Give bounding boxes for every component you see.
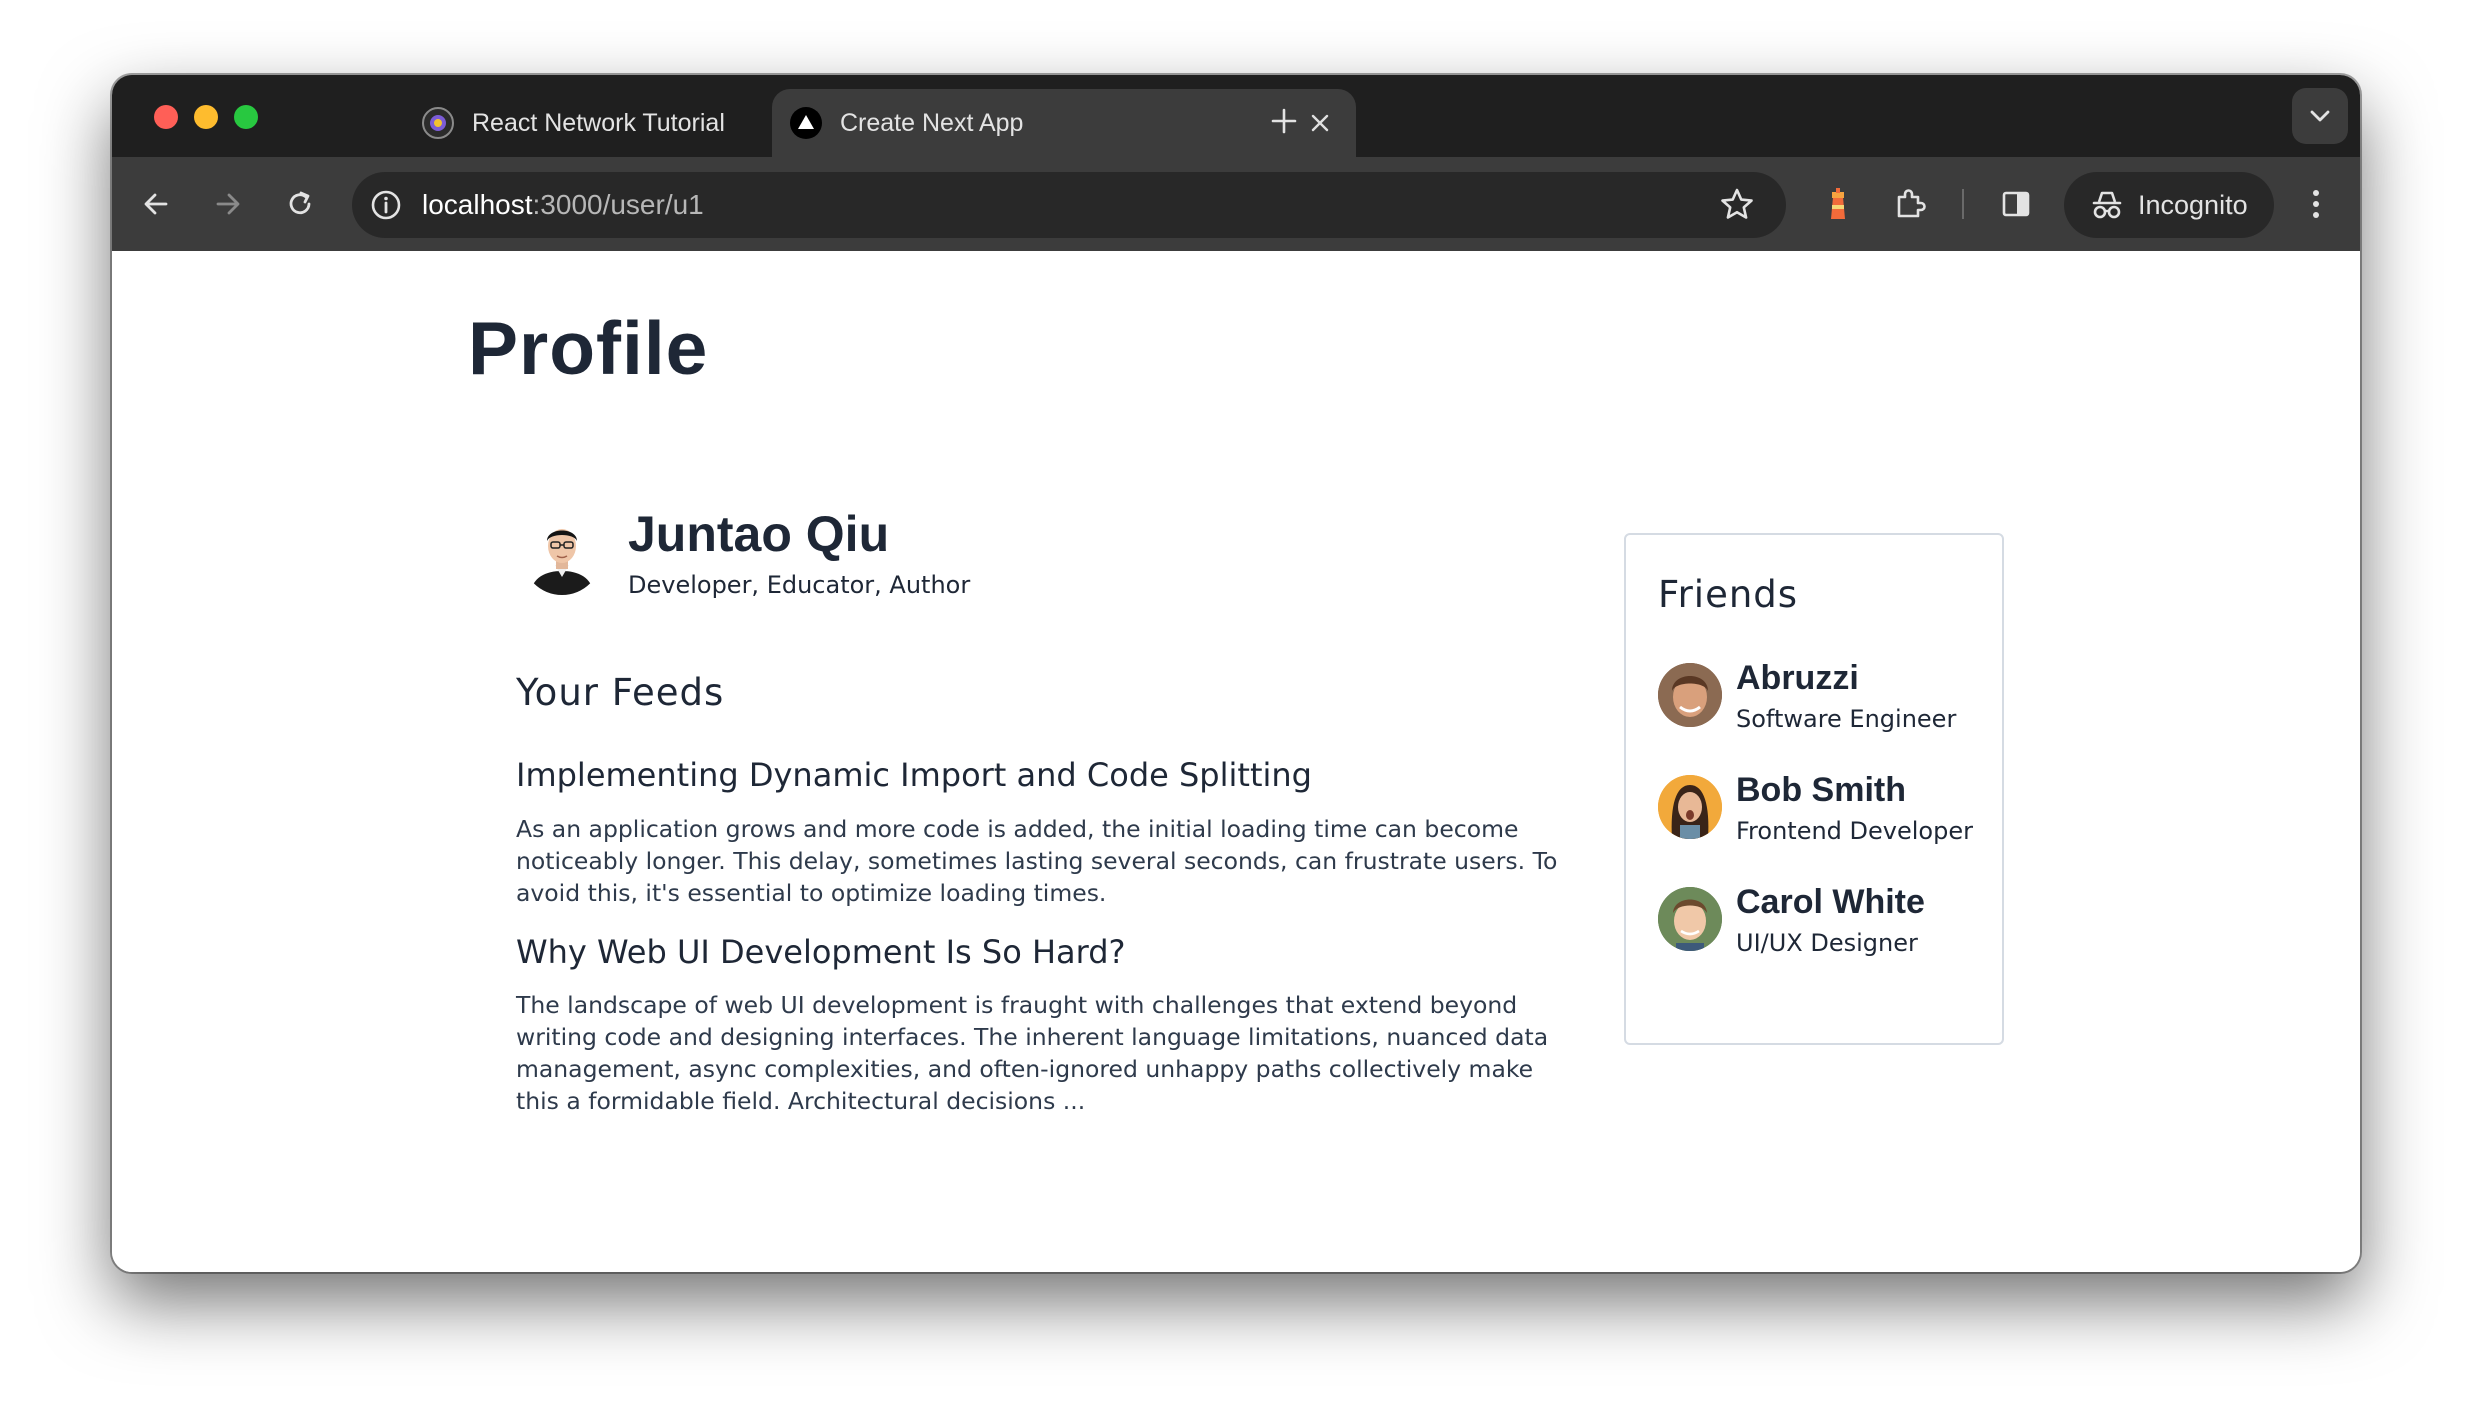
page-title: Profile xyxy=(468,306,709,390)
feed-title[interactable]: Implementing Dynamic Import and Code Spl… xyxy=(516,756,1312,794)
bookmark-star-icon[interactable] xyxy=(1718,186,1756,224)
page-content: Profile Juntao Qiu Developer, Educator, … xyxy=(112,251,2360,1272)
arrow-left-icon xyxy=(144,193,168,215)
address-bar[interactable]: localhost:3000/user/u1 xyxy=(352,172,1786,238)
browser-menu-button[interactable] xyxy=(2296,184,2336,224)
back-button[interactable] xyxy=(136,184,176,224)
user-name: Juntao Qiu xyxy=(628,506,890,562)
new-tab-button[interactable] xyxy=(1262,99,1306,143)
user-bio: Developer, Educator, Author xyxy=(628,571,971,599)
nextjs-favicon-icon xyxy=(790,107,822,139)
friend-name[interactable]: Bob Smith xyxy=(1736,771,1906,810)
incognito-label: Incognito xyxy=(2138,189,2248,220)
close-tab-icon[interactable] xyxy=(1300,103,1340,143)
friend-role: Software Engineer xyxy=(1736,705,1957,733)
extensions-puzzle-icon[interactable] xyxy=(1890,184,1930,224)
friends-card: Friends Abruzzi Software Engineer Bob Sm… xyxy=(1624,533,2004,1045)
tab-strip: React Network Tutorial Create Next App xyxy=(112,75,2360,157)
url-path: :3000/user/u1 xyxy=(532,189,704,220)
friend-avatar[interactable] xyxy=(1658,775,1722,839)
minimize-window-button[interactable] xyxy=(194,105,218,129)
friend-avatar[interactable] xyxy=(1658,663,1722,727)
feed-title[interactable]: Why Web UI Development Is So Hard? xyxy=(516,933,1126,971)
friend-avatar[interactable] xyxy=(1658,887,1722,951)
feed-body: As an application grows and more code is… xyxy=(516,815,1558,907)
reload-icon xyxy=(289,191,311,215)
browser-window: React Network Tutorial Create Next App l… xyxy=(112,75,2360,1272)
friend-role: Frontend Developer xyxy=(1736,817,1973,845)
maximize-window-button[interactable] xyxy=(234,105,258,129)
incognito-icon xyxy=(2092,191,2122,219)
side-panel-icon[interactable] xyxy=(1996,184,2036,224)
incognito-indicator[interactable]: Incognito xyxy=(2064,172,2274,238)
friend-name[interactable]: Carol White xyxy=(1736,883,1925,922)
close-window-button[interactable] xyxy=(154,105,178,129)
react-network-favicon-icon xyxy=(422,107,454,139)
tab-label: React Network Tutorial xyxy=(472,108,725,137)
feeds-heading: Your Feeds xyxy=(516,671,725,714)
friend-role: UI/UX Designer xyxy=(1736,929,1918,957)
extension-lighthouse-icon[interactable] xyxy=(1818,184,1858,224)
reload-button[interactable] xyxy=(280,184,320,224)
friend-name[interactable]: Abruzzi xyxy=(1736,659,1859,698)
site-info-icon[interactable] xyxy=(368,187,404,223)
arrow-right-icon xyxy=(216,193,240,215)
browser-toolbar: localhost:3000/user/u1 Incognito xyxy=(112,157,2360,251)
forward-button[interactable] xyxy=(208,184,248,224)
user-avatar xyxy=(522,515,602,595)
url-host: localhost xyxy=(422,189,533,220)
friends-heading: Friends xyxy=(1658,573,1799,616)
feed-body: The landscape of web UI development is f… xyxy=(516,991,1549,1115)
tab-label: Create Next App xyxy=(840,108,1024,137)
chevron-down-icon xyxy=(2310,110,2330,122)
tab-search-button[interactable] xyxy=(2292,88,2348,144)
url-text: localhost:3000/user/u1 xyxy=(422,189,704,221)
toolbar-separator xyxy=(1962,189,1964,219)
kebab-menu-icon xyxy=(2313,190,2319,218)
